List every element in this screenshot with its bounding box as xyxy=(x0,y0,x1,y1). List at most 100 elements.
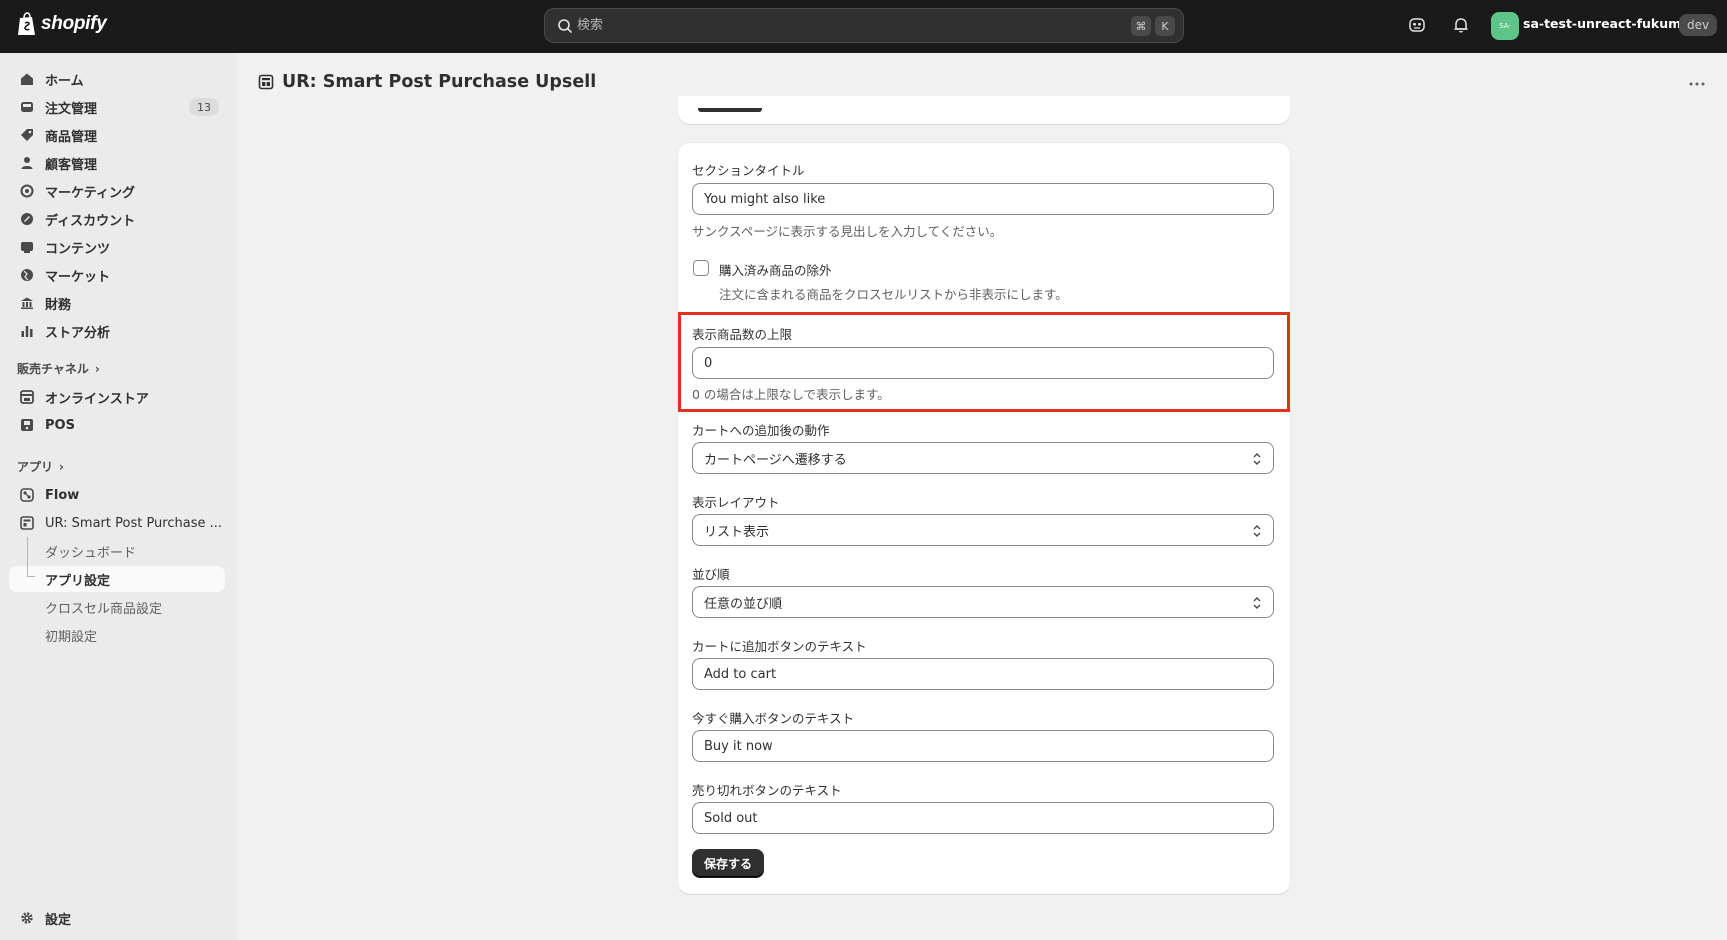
sidebar-item-customers[interactable]: 顧客管理 xyxy=(9,150,225,176)
sidebar-subitem-crosssell-products[interactable]: クロスセル商品設定 xyxy=(9,594,225,620)
sidebar-item-markets[interactable]: マーケット xyxy=(9,262,225,288)
add-to-cart-text-input[interactable] xyxy=(692,658,1274,690)
sidebar-subitem-dashboard[interactable]: ダッシュボード xyxy=(9,538,225,564)
sidebar-item-label: マーケット xyxy=(45,269,111,285)
shopify-bag-icon xyxy=(18,12,35,35)
sidebar-item-label: POS xyxy=(45,417,75,433)
sidebar-item-label: 財務 xyxy=(45,297,72,313)
sales-channels-heading[interactable]: 販売チャネル › xyxy=(17,360,100,377)
top-bar: shopify ⌘ K SA- sa-test-unreact-fukumoto… xyxy=(0,0,1727,53)
shopify-logo[interactable]: shopify xyxy=(17,12,107,36)
sidebar-item-label: 設定 xyxy=(45,912,72,928)
previous-card xyxy=(678,96,1290,124)
add-to-cart-text-label: カートに追加ボタンのテキスト xyxy=(692,639,867,654)
shortcut-k-key: K xyxy=(1155,16,1175,36)
sidebar-item-label: オンラインストア xyxy=(45,391,149,407)
home-icon xyxy=(19,71,35,87)
content-icon xyxy=(19,239,35,255)
buy-now-text-label: 今すぐ購入ボタンのテキスト xyxy=(692,711,855,726)
select-chevron-icon xyxy=(1253,525,1261,537)
apps-heading-label: アプリ xyxy=(17,460,54,474)
buy-now-text-input[interactable] xyxy=(692,730,1274,762)
display-limit-label: 表示商品数の上限 xyxy=(692,327,793,342)
sidebar-item-orders[interactable]: 注文管理 13 xyxy=(9,94,225,120)
flow-icon xyxy=(19,487,35,503)
sidebar-item-marketing[interactable]: マーケティング xyxy=(9,178,225,204)
sort-order-label: 並び順 xyxy=(692,567,730,582)
sidebar-item-finance[interactable]: 財務 xyxy=(9,290,225,316)
page-title: UR: Smart Post Purchase Upsell xyxy=(282,72,597,92)
pos-icon xyxy=(19,417,35,433)
more-actions-button[interactable] xyxy=(1685,72,1709,96)
exclude-purchased-help: 注文に含まれる商品をクロスセルリストから非表示にします。 xyxy=(719,287,1068,302)
display-limit-help: 0 の場合は上限なしで表示します。 xyxy=(692,387,890,402)
sidebar-item-settings[interactable]: 設定 xyxy=(9,905,225,931)
tree-connector-hook xyxy=(27,576,35,577)
sidebar-item-label: ホーム xyxy=(45,73,84,89)
sidebar-item-label: ディスカウント xyxy=(45,213,136,229)
gear-icon xyxy=(19,910,35,926)
sidebar-item-content[interactable]: コンテンツ xyxy=(9,234,225,260)
sales-channels-heading-label: 販売チャネル xyxy=(17,362,89,376)
app-icon xyxy=(19,515,35,531)
after-add-value: カートページへ遷移する xyxy=(704,452,847,468)
sort-order-select[interactable]: 任意の並び順 xyxy=(692,586,1274,618)
sidebar-item-flow[interactable]: Flow xyxy=(9,482,225,508)
search-icon xyxy=(558,19,572,33)
bell-icon[interactable] xyxy=(1452,16,1470,34)
sidebar-item-label: 注文管理 xyxy=(45,101,98,117)
sidebar-item-label: 商品管理 xyxy=(45,129,98,145)
after-add-label: カートへの追加後の動作 xyxy=(692,423,830,438)
search-input[interactable] xyxy=(577,9,1057,42)
save-button[interactable]: 保存する xyxy=(692,849,765,877)
store-icon xyxy=(19,389,35,405)
tree-connector-line xyxy=(27,537,28,576)
sold-out-text-input[interactable] xyxy=(692,802,1274,834)
chevron-right-icon: › xyxy=(94,361,100,376)
exclude-purchased-label: 購入済み商品の除外 xyxy=(719,263,832,278)
layout-select[interactable]: リスト表示 xyxy=(692,514,1274,546)
sidebar-item-label: UR: Smart Post Purchase ... xyxy=(45,515,223,531)
store-name[interactable]: sa-test-unreact-fukumoto xyxy=(1523,16,1704,31)
shortcut-command-key: ⌘ xyxy=(1131,16,1151,36)
more-horizontal-icon xyxy=(1689,82,1705,86)
sidebar-item-analytics[interactable]: ストア分析 xyxy=(9,318,225,344)
after-add-select[interactable]: カートページへ遷移する xyxy=(692,442,1274,474)
app-icon xyxy=(258,74,274,90)
discount-icon xyxy=(19,211,35,227)
orders-count-badge: 13 xyxy=(189,98,219,116)
sidebar-item-label: マーケティング xyxy=(45,185,135,201)
tag-icon xyxy=(19,127,35,143)
layout-value: リスト表示 xyxy=(704,524,770,540)
app-settings-card: セクションタイトル サンクスページに表示する見出しを入力してください。 購入済み… xyxy=(678,143,1290,894)
sidebar-subitem-initial-setup[interactable]: 初期設定 xyxy=(9,622,225,648)
sidebar-item-discounts[interactable]: ディスカウント xyxy=(9,206,225,232)
dev-badge: dev xyxy=(1679,14,1718,36)
sold-out-text-label: 売り切れボタンのテキスト xyxy=(692,783,842,798)
sidebar-item-products[interactable]: 商品管理 xyxy=(9,122,225,148)
sidebar-item-label: Flow xyxy=(45,487,80,503)
select-chevron-icon xyxy=(1253,453,1261,465)
sidebar-item-label: 顧客管理 xyxy=(45,157,98,173)
sidebar-item-pos[interactable]: POS xyxy=(9,412,225,438)
section-title-input[interactable] xyxy=(692,183,1274,215)
sidekick-icon[interactable] xyxy=(1408,16,1426,34)
apps-heading[interactable]: アプリ › xyxy=(17,458,64,475)
display-limit-input[interactable] xyxy=(692,347,1274,379)
sidebar-item-home[interactable]: ホーム xyxy=(9,66,225,92)
inbox-icon xyxy=(19,99,35,115)
sort-order-value: 任意の並び順 xyxy=(704,596,783,612)
section-title-label: セクションタイトル xyxy=(692,163,805,178)
layout-label: 表示レイアウト xyxy=(692,495,780,510)
sidebar-item-online-store[interactable]: オンラインストア xyxy=(9,384,225,410)
sidebar-item-upsell-app[interactable]: UR: Smart Post Purchase ... xyxy=(9,510,225,536)
store-avatar[interactable]: SA- xyxy=(1491,12,1519,40)
search-bar[interactable]: ⌘ K xyxy=(544,8,1184,43)
page-header: UR: Smart Post Purchase Upsell xyxy=(258,72,596,92)
target-icon xyxy=(19,183,35,199)
sidebar-item-label: コンテンツ xyxy=(45,241,111,257)
previous-card-button-edge xyxy=(698,108,762,112)
sidebar-subitem-app-settings[interactable]: アプリ設定 xyxy=(9,566,225,592)
exclude-purchased-checkbox[interactable] xyxy=(693,260,709,276)
bank-icon xyxy=(19,295,35,311)
